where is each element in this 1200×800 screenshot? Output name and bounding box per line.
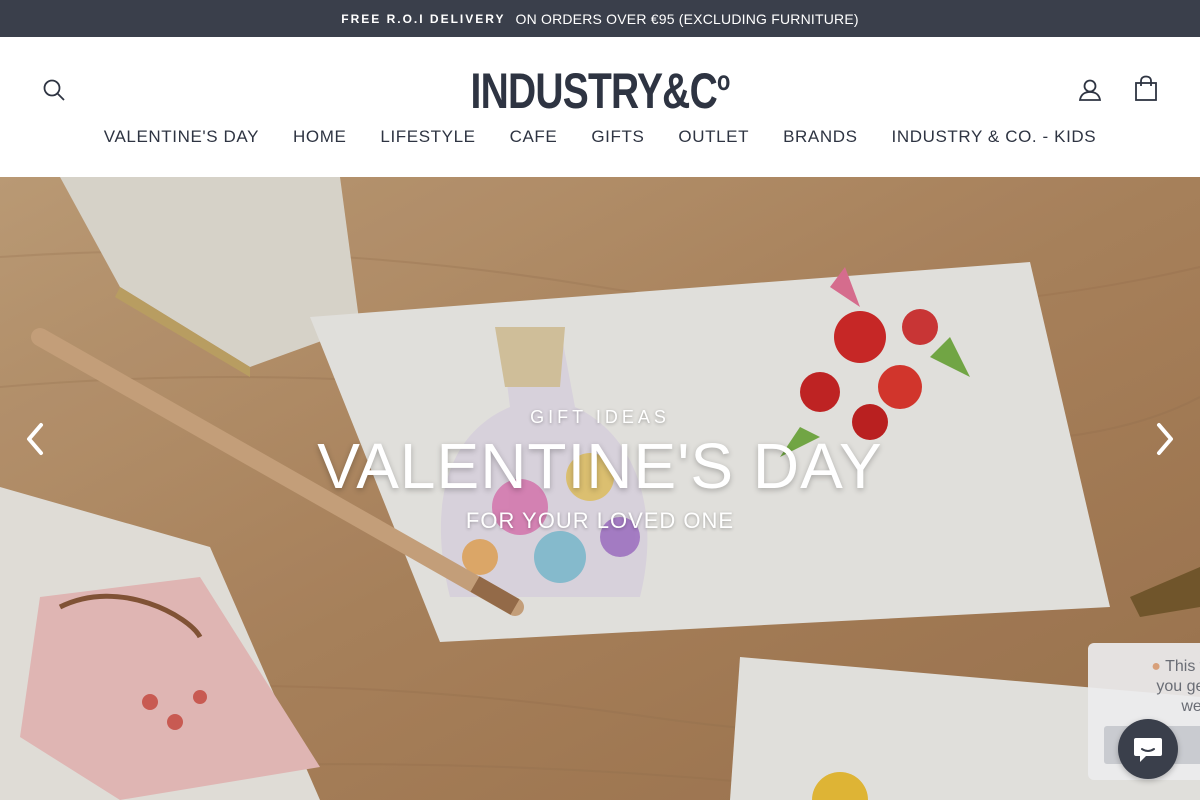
nav-item-gifts[interactable]: GIFTS	[591, 127, 644, 153]
nav-item-brands[interactable]: BRANDS	[783, 127, 857, 153]
nav-item-outlet[interactable]: OUTLET	[678, 127, 749, 153]
hero-subline: FOR YOUR LOVED ONE	[465, 508, 735, 533]
search-icon	[43, 79, 65, 101]
logo-main-text: INDUSTRY&C	[470, 63, 717, 119]
notice-line-3: web	[1181, 698, 1200, 715]
cookie-icon: ●	[1151, 658, 1161, 675]
hero-eyebrow: GIFT IDEAS	[530, 407, 670, 427]
main-navigation: VALENTINE'S DAY HOME LIFESTYLE CAFE GIFT…	[0, 127, 1200, 153]
hero-caption: GIFT IDEAS VALENTINE'S DAY FOR YOUR LOVE…	[0, 407, 1200, 534]
account-button[interactable]	[1074, 74, 1106, 106]
chat-button[interactable]	[1118, 719, 1178, 779]
cart-button[interactable]	[1130, 73, 1162, 105]
nav-item-home[interactable]: HOME	[293, 127, 346, 153]
announcement-bar: FREE R.O.I DELIVERY ON ORDERS OVER €95 (…	[0, 0, 1200, 37]
search-button[interactable]	[38, 74, 70, 106]
nav-item-lifestyle[interactable]: LIFESTYLE	[380, 127, 475, 153]
nav-item-valentines-day[interactable]: VALENTINE'S DAY	[104, 127, 259, 153]
chat-icon	[1134, 738, 1162, 762]
chevron-left-icon	[27, 423, 43, 455]
user-icon	[1078, 79, 1102, 101]
nav-item-kids[interactable]: INDUSTRY & CO. - KIDS	[892, 127, 1097, 153]
shopping-bag-icon	[1135, 75, 1157, 101]
announcement-text: ON ORDERS OVER €95 (EXCLUDING FURNITURE)	[515, 10, 859, 27]
site-logo[interactable]: INDUSTRY&Co	[400, 63, 800, 119]
slideshow-prev-button[interactable]	[15, 417, 55, 461]
hero-slideshow[interactable]: GIFT IDEAS VALENTINE'S DAY FOR YOUR LOVE…	[0, 177, 1200, 800]
hero-headline[interactable]: VALENTINE'S DAY	[0, 430, 1200, 502]
notice-line-1: This websi	[1165, 658, 1200, 675]
logo-text: INDUSTRY&Co	[470, 62, 730, 120]
nav-item-cafe[interactable]: CAFE	[510, 127, 558, 153]
chevron-right-icon	[1157, 423, 1173, 455]
cookie-notice-text: ● This websi you get the web	[1106, 657, 1200, 717]
site-header: INDUSTRY&Co VALENTINE'S DAY HOME LIFESTY…	[0, 37, 1200, 177]
slideshow-next-button[interactable]	[1145, 417, 1185, 461]
logo-sup-text: o	[716, 65, 730, 96]
notice-line-2: you get the	[1156, 678, 1200, 695]
announcement-strong: FREE R.O.I DELIVERY	[341, 11, 506, 26]
